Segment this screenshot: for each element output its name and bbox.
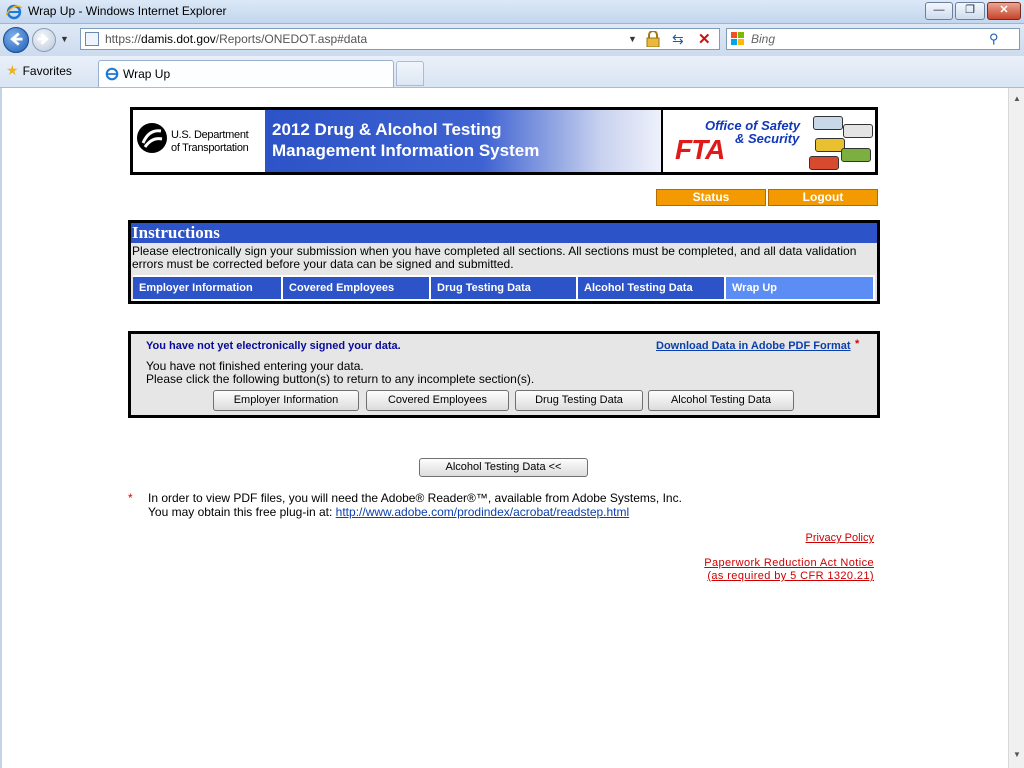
close-button[interactable]: ✕: [987, 2, 1021, 20]
train-image-icon: [841, 148, 871, 162]
search-placeholder: Bing: [751, 32, 776, 46]
not-finished-message: You have not finished entering your data…: [146, 359, 535, 386]
refresh-icon[interactable]: ⇆: [672, 31, 684, 48]
section-tabs: Employer Information Covered Employees D…: [133, 275, 875, 301]
bus-image-icon: [809, 156, 839, 170]
alcohol-testing-data-button[interactable]: Alcohol Testing Data: [648, 390, 794, 411]
back-arrow-icon[interactable]: [3, 27, 29, 53]
windows-flag-icon: [731, 32, 744, 45]
drug-testing-data-button[interactable]: Drug Testing Data: [515, 390, 643, 411]
not-signed-message: You have not yet electronically signed y…: [146, 340, 401, 352]
system-title: 2012 Drug & Alcohol Testing Management I…: [265, 110, 661, 172]
window-title: Wrap Up - Windows Internet Explorer: [28, 4, 227, 18]
logout-button[interactable]: Logout: [768, 189, 878, 206]
pdf-footnote: In order to view PDF files, you will nee…: [148, 491, 682, 519]
employer-information-button[interactable]: Employer Information: [213, 390, 359, 411]
recent-pages-dropdown-icon[interactable]: ▼: [60, 34, 69, 44]
scroll-down-icon[interactable]: ▼: [1013, 750, 1021, 759]
bus-image-icon: [813, 116, 843, 130]
lock-icon[interactable]: [646, 31, 660, 47]
status-button[interactable]: Status: [656, 189, 766, 206]
pdf-asterisk: *: [855, 338, 860, 350]
tab-alcohol-testing-data[interactable]: Alcohol Testing Data: [578, 277, 726, 299]
vertical-scrollbar[interactable]: ▲ ▼: [1008, 88, 1024, 768]
maximize-button[interactable]: ❐: [955, 2, 985, 20]
search-box[interactable]: Bing ⚲: [726, 28, 1020, 50]
scroll-up-icon[interactable]: ▲: [1013, 94, 1021, 103]
tab-employer-information[interactable]: Employer Information: [133, 277, 283, 299]
ie-tab-icon: [105, 67, 119, 81]
tab-wrap-up[interactable]: Wrap Up: [726, 277, 875, 299]
instructions-text: Please electronically sign your submissi…: [132, 244, 857, 271]
header-banner: U.S. Department of Transportation 2012 D…: [130, 107, 878, 175]
tab-drug-testing-data[interactable]: Drug Testing Data: [431, 277, 578, 299]
forward-arrow-icon[interactable]: [32, 28, 56, 52]
tab-covered-employees[interactable]: Covered Employees: [283, 277, 431, 299]
new-tab-button[interactable]: [396, 61, 424, 86]
dot-name: U.S. Department of Transportation: [171, 129, 249, 154]
tab-wrap-up[interactable]: Wrap Up: [98, 60, 394, 87]
ie-logo-icon: [6, 4, 22, 20]
page-icon: [85, 32, 99, 46]
download-pdf-link[interactable]: Download Data in Adobe PDF Format: [656, 340, 851, 352]
address-dropdown-icon[interactable]: ▼: [628, 34, 637, 44]
title-bar: Wrap Up - Windows Internet Explorer: [0, 0, 1024, 24]
privacy-policy-link[interactable]: Privacy Policy: [806, 532, 874, 544]
fta-logo-area: Office of Safety & Security FTA: [661, 110, 875, 172]
wrap-up-panel: You have not yet electronically signed y…: [128, 331, 880, 418]
footnote-asterisk: *: [128, 491, 133, 505]
previous-section-button[interactable]: Alcohol Testing Data <<: [419, 458, 588, 477]
instructions-panel: Instructions Please electronically sign …: [128, 220, 880, 304]
adobe-reader-link[interactable]: http://www.adobe.com/prodindex/acrobat/r…: [336, 505, 630, 519]
bus-image-icon: [843, 124, 873, 138]
minimize-button[interactable]: —: [925, 2, 953, 20]
search-icon[interactable]: ⚲: [989, 31, 999, 47]
favorites-button[interactable]: ★ Favorites: [6, 62, 72, 82]
address-bar[interactable]: https://damis.dot.gov/Reports/ONEDOT.asp…: [80, 28, 720, 50]
stop-icon[interactable]: ✕: [698, 30, 711, 48]
paperwork-reduction-link[interactable]: Paperwork Reduction Act Notice (as requi…: [704, 557, 874, 583]
covered-employees-button[interactable]: Covered Employees: [366, 390, 509, 411]
instructions-heading: Instructions: [131, 223, 877, 243]
dot-logo-icon: [137, 123, 167, 153]
star-icon: ★: [6, 62, 19, 78]
fta-logo: FTA: [675, 134, 725, 165]
address-url: https://damis.dot.gov/Reports/ONEDOT.asp…: [105, 32, 368, 46]
